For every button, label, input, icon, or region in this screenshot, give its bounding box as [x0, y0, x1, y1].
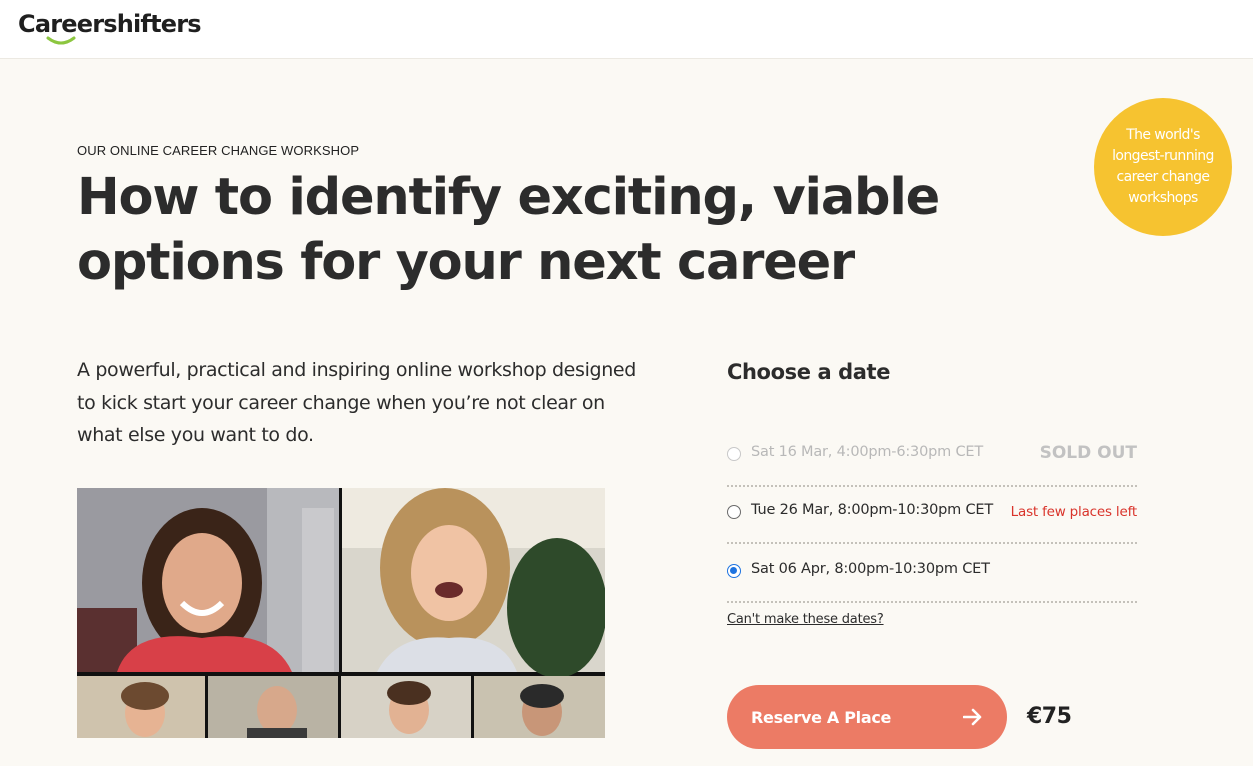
date-option-label[interactable]: Tue 26 Mar, 8:00pm-10:30pm CET [751, 502, 993, 518]
cant-make-dates-link[interactable]: Can't make these dates? [727, 612, 884, 627]
participant-tile [342, 488, 605, 678]
workshop-eyebrow: OUR ONLINE CAREER CHANGE WORKSHOP [77, 143, 360, 158]
participant-tile [77, 676, 205, 738]
participant-tile [208, 676, 338, 738]
participant-tile [474, 676, 605, 738]
date-radio[interactable] [727, 505, 741, 519]
date-option-sold-out: Sat 16 Mar, 4:00pm-6:30pm CET SOLD OUT [727, 443, 1137, 487]
arrow-right-icon [963, 708, 982, 726]
reserve-button-label: Reserve A Place [751, 707, 892, 727]
date-radio-selected[interactable] [727, 564, 741, 578]
date-radio [727, 447, 741, 461]
workshop-price: €75 [1027, 704, 1072, 729]
participant-tile [77, 488, 339, 672]
sold-out-status: SOLD OUT [1039, 443, 1137, 463]
choose-date-heading: Choose a date [727, 360, 891, 384]
logo-smile-icon [46, 36, 76, 45]
date-option-sat-06-apr[interactable]: Sat 06 Apr, 8:00pm-10:30pm CET [727, 561, 1137, 603]
video-call-grid [77, 488, 605, 738]
date-option-label[interactable]: Sat 06 Apr, 8:00pm-10:30pm CET [751, 561, 990, 577]
last-few-places-status: Last few places left [1010, 504, 1138, 520]
badge-text: The world's longest-running career chang… [1112, 127, 1214, 206]
workshop-intro: A powerful, practical and inspiring onli… [77, 359, 636, 446]
page-title: How to identify exciting, viable options… [77, 168, 940, 292]
date-option-label: Sat 16 Mar, 4:00pm-6:30pm CET [751, 444, 983, 460]
careershifters-logo[interactable]: Careershifters [18, 10, 202, 38]
date-option-tue-26-mar[interactable]: Tue 26 Mar, 8:00pm-10:30pm CET Last few … [727, 502, 1137, 544]
site-header: Careershifters [0, 0, 1253, 59]
longest-running-badge: The world's longest-running career chang… [1094, 98, 1232, 236]
workshop-video-call-image [77, 488, 605, 738]
participant-tile [341, 676, 471, 738]
reserve-place-button[interactable]: Reserve A Place [727, 685, 1007, 749]
